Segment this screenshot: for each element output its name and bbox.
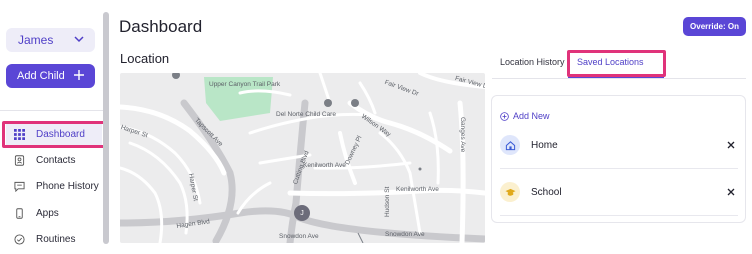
plus-icon [73, 69, 85, 84]
sidebar-item-label: Phone History [36, 180, 99, 192]
check-circle-icon [12, 232, 26, 246]
page-title: Dashboard [119, 17, 203, 36]
sidebar-divider [0, 110, 104, 111]
map-label: Del Norte Child Care [276, 111, 336, 118]
map-label: Snowdon Ave [385, 231, 425, 238]
add-child-label: Add Child [17, 70, 65, 82]
marker-initial: J [300, 209, 304, 217]
child-select-dropdown[interactable]: James [6, 28, 95, 52]
child-location-marker[interactable]: J [294, 205, 310, 221]
chat-icon [12, 179, 26, 193]
sidebar-item-phone-history[interactable]: Phone History [6, 175, 102, 197]
saved-location-name: Home [531, 139, 558, 151]
sidebar-scrollbar[interactable] [103, 12, 109, 244]
sidebar-item-label: Contacts [36, 154, 76, 166]
add-new-location-button[interactable]: Add New [500, 111, 550, 121]
saved-location-name: School [531, 186, 562, 198]
saved-location-item[interactable]: School [500, 181, 738, 203]
map-label: Hudson St [384, 186, 391, 217]
contacts-icon [12, 153, 26, 167]
saved-location-item[interactable]: Home [500, 134, 738, 156]
sidebar: James Add Child Dashboard Contacts Phone… [0, 0, 112, 254]
close-icon[interactable] [724, 138, 738, 152]
tabs-divider [492, 78, 746, 79]
row-divider [500, 215, 738, 216]
row-divider [500, 168, 738, 169]
map-label: Snowdon Ave [279, 233, 319, 240]
child-select-value: James [18, 33, 54, 47]
home-icon [500, 135, 520, 155]
location-section-title: Location [120, 51, 170, 66]
add-child-button[interactable]: Add Child [6, 64, 95, 88]
location-map[interactable]: Upper Canyon Trail Park Tapscott Ave Del… [120, 73, 485, 243]
add-new-label: Add New [513, 111, 550, 121]
sidebar-item-apps[interactable]: Apps [6, 202, 102, 224]
dashboard-highlight-box [2, 121, 106, 148]
graduation-cap-icon [500, 182, 520, 202]
sidebar-item-label: Apps [36, 207, 59, 219]
sidebar-item-contacts[interactable]: Contacts [6, 149, 102, 171]
tab-location-history[interactable]: Location History [500, 57, 565, 67]
map-label: Kenilworth Ave [396, 186, 439, 193]
phone-icon [12, 206, 26, 220]
override-button[interactable]: Override: On [683, 17, 746, 36]
map-label: Upper Canyon Trail Park [209, 81, 281, 88]
sidebar-item-label: Routines [36, 233, 76, 245]
map-label: Ganges Ave [459, 117, 466, 153]
close-icon[interactable] [724, 185, 738, 199]
plus-circle-icon [500, 111, 509, 121]
sidebar-item-routines[interactable]: Routines [6, 228, 102, 250]
saved-locations-highlight-box [567, 50, 666, 77]
chevron-down-icon [73, 33, 85, 48]
map-label: Kenilworth Ave [303, 162, 346, 169]
